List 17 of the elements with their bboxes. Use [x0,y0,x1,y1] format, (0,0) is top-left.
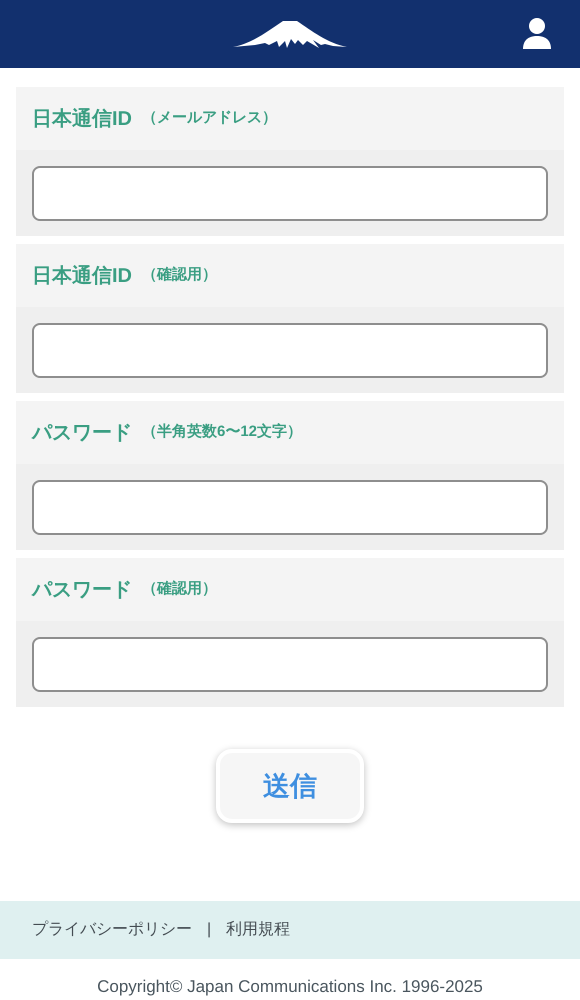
field-label: 日本通信ID [32,264,132,288]
terms-link[interactable]: 利用規程 [226,918,290,942]
separator-text: | [207,920,212,940]
input-field[interactable] [32,636,548,692]
input-field[interactable] [32,322,548,378]
field-label: パスワード [32,578,132,602]
input-field[interactable] [32,480,548,534]
privacy-link[interactable]: プライバシーポリシー [32,918,192,942]
field-note: （メールアドレス） [142,108,277,128]
field-label: 日本通信ID [32,106,132,132]
field-label: パスワード [32,420,132,446]
field-note: （確認用） [142,265,217,286]
field-note: （半角英数6〜12文字） [142,422,302,442]
input-field[interactable] [32,166,548,220]
copyright-text: Copyright© Japan Communications Inc. 1996-2025 [96,976,484,997]
field-note: （確認用） [142,579,217,600]
user-icon[interactable] [522,17,552,49]
